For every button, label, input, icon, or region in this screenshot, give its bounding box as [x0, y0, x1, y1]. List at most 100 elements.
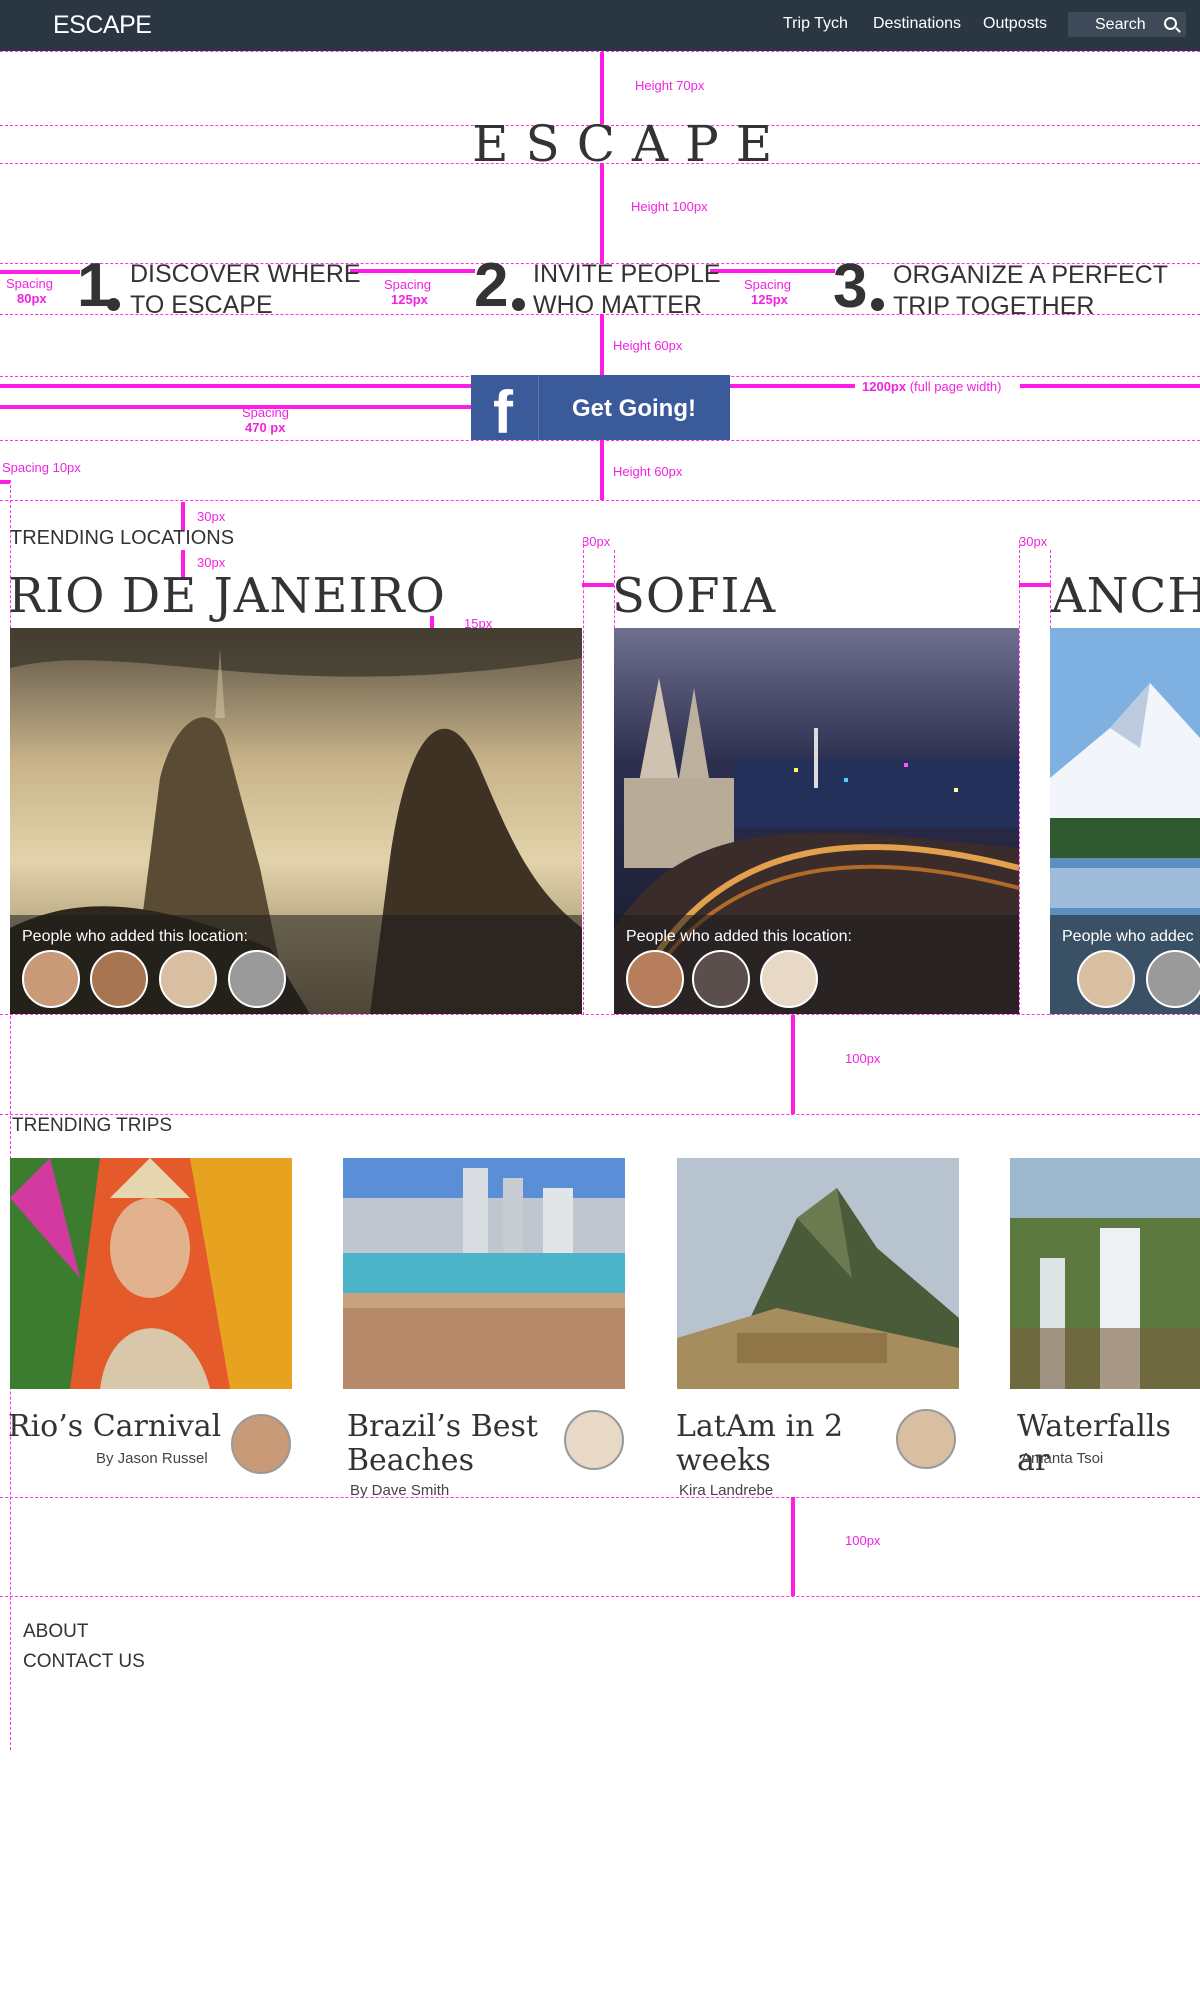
annotation: 30px: [582, 534, 611, 549]
location-name[interactable]: ANCH: [1051, 568, 1200, 624]
trip-photo: [10, 1158, 292, 1389]
annotation: Spacing: [744, 277, 791, 292]
trip-photo: [343, 1158, 625, 1389]
footer-link-contact[interactable]: CONTACT US: [23, 1651, 145, 1673]
location-name[interactable]: SOFIA: [612, 568, 776, 624]
trip-photo: [1010, 1158, 1200, 1389]
measure-bar: [582, 583, 614, 587]
avatar[interactable]: [896, 1409, 956, 1469]
annotation: Spacing: [384, 277, 431, 292]
avatar[interactable]: [228, 950, 286, 1008]
measure-bar: [181, 502, 185, 530]
measure-bar: [600, 440, 604, 500]
trip-author: By Dave Smith: [350, 1482, 450, 1499]
annotation: 1200px: [862, 379, 907, 394]
measure-bar: [600, 52, 604, 124]
annotation: Height 60px: [613, 338, 683, 353]
trip-image-beaches[interactable]: [343, 1158, 625, 1389]
search-icon[interactable]: [1164, 17, 1177, 30]
step-line: TRIP TOGETHER: [893, 292, 1095, 320]
get-going-button[interactable]: f Get Going!: [471, 375, 730, 443]
measure-bar: [600, 163, 604, 264]
guide-line: [583, 540, 584, 1015]
step-dot: [512, 298, 525, 311]
annotation: 1200px (full page width): [858, 380, 1006, 394]
step-line: TO ESCAPE: [130, 291, 273, 319]
annotation: 80px: [17, 291, 47, 306]
guide-line: [0, 1114, 1200, 1115]
annotation: 125px: [751, 292, 788, 307]
annotation: 470 px: [245, 420, 286, 435]
measure-bar: [1019, 583, 1051, 587]
avatar[interactable]: [692, 950, 750, 1008]
step-line: DISCOVER WHERE: [130, 260, 361, 288]
avatar[interactable]: [159, 950, 217, 1008]
avatar[interactable]: [22, 950, 80, 1008]
guide-line: [0, 1497, 1200, 1498]
avatar[interactable]: [1077, 950, 1135, 1008]
trip-author: Kira Landrebe: [679, 1482, 774, 1499]
step-dot: [871, 298, 884, 311]
trip-image-waterfalls[interactable]: [1010, 1158, 1200, 1389]
people-overlay: People who added this location:: [614, 915, 1019, 1014]
trip-title[interactable]: weeks: [676, 1444, 771, 1478]
location-name[interactable]: RIO DE JANEIRO: [8, 568, 446, 624]
annotation: 30px: [197, 509, 226, 524]
avatar[interactable]: [90, 950, 148, 1008]
overlay-label: People who added this location:: [626, 928, 852, 945]
measure-bar: [0, 384, 471, 388]
overlay-label: People who addec: [1062, 928, 1194, 945]
avatar[interactable]: [564, 1410, 624, 1470]
avatar[interactable]: [1146, 950, 1200, 1008]
nav-link-destinations[interactable]: Destinations: [873, 15, 961, 33]
guide-line: [0, 500, 1200, 501]
measure-bar: [791, 1015, 795, 1114]
step-number: 3: [833, 252, 868, 321]
measure-bar: [1020, 384, 1200, 388]
guide-line: [0, 1596, 1200, 1597]
location-card-sofia[interactable]: People who added this location:: [614, 628, 1019, 1014]
avatar[interactable]: [626, 950, 684, 1008]
location-card-rio[interactable]: People who added this location:: [10, 628, 582, 1014]
trip-image-carnival[interactable]: [10, 1158, 292, 1389]
measure-bar: [0, 405, 471, 409]
step-number: 2: [474, 251, 509, 320]
measure-bar: [710, 269, 835, 273]
location-card-anch[interactable]: People who addec: [1050, 628, 1200, 1014]
avatar[interactable]: [760, 950, 818, 1008]
hero-title: ESCAPE: [472, 115, 790, 173]
measure-bar: [0, 480, 10, 484]
search-label: Search: [1095, 16, 1146, 33]
annotation: 125px: [391, 292, 428, 307]
trending-locations-title: TRENDING LOCATIONS: [10, 527, 235, 549]
top-nav-bar: ESCAPE Trip Tych Destinations Outposts S…: [0, 0, 1200, 51]
trending-trips-title: TRENDING TRIPS: [12, 1115, 173, 1136]
trip-title[interactable]: LatAm in 2: [676, 1410, 843, 1444]
footer-link-about[interactable]: ABOUT: [23, 1621, 88, 1643]
trip-photo: [677, 1158, 959, 1389]
people-overlay: People who added this location:: [10, 915, 582, 1014]
annotation: Spacing: [6, 276, 53, 291]
annotation: 100px: [845, 1051, 881, 1066]
avatar[interactable]: [231, 1414, 291, 1474]
trip-author: By Jason Russel: [96, 1450, 208, 1467]
trip-title[interactable]: Waterfalls ar: [1017, 1410, 1200, 1478]
nav-logo[interactable]: ESCAPE: [53, 11, 152, 40]
trip-title[interactable]: Brazil’s Best: [347, 1410, 538, 1444]
trip-title[interactable]: Rio’s Carnival: [8, 1410, 221, 1444]
annotation: Spacing 10px: [2, 460, 81, 475]
trip-image-latam[interactable]: [677, 1158, 959, 1389]
get-going-label: Get Going!: [572, 395, 696, 422]
search-box[interactable]: Search: [1068, 12, 1186, 37]
step-number: 1: [77, 251, 112, 320]
nav-link-trip-tych[interactable]: Trip Tych: [783, 15, 848, 33]
step-line: WHO MATTER: [533, 291, 702, 319]
nav-link-outposts[interactable]: Outposts: [983, 15, 1047, 33]
facebook-icon: f: [471, 375, 539, 443]
people-overlay: People who addec: [1050, 915, 1200, 1014]
annotation: (full page width): [909, 379, 1002, 394]
guide-line: [0, 1014, 1200, 1015]
measure-bar: [350, 269, 475, 273]
trip-title[interactable]: Beaches: [347, 1444, 474, 1478]
guide-line: [1019, 540, 1020, 1015]
